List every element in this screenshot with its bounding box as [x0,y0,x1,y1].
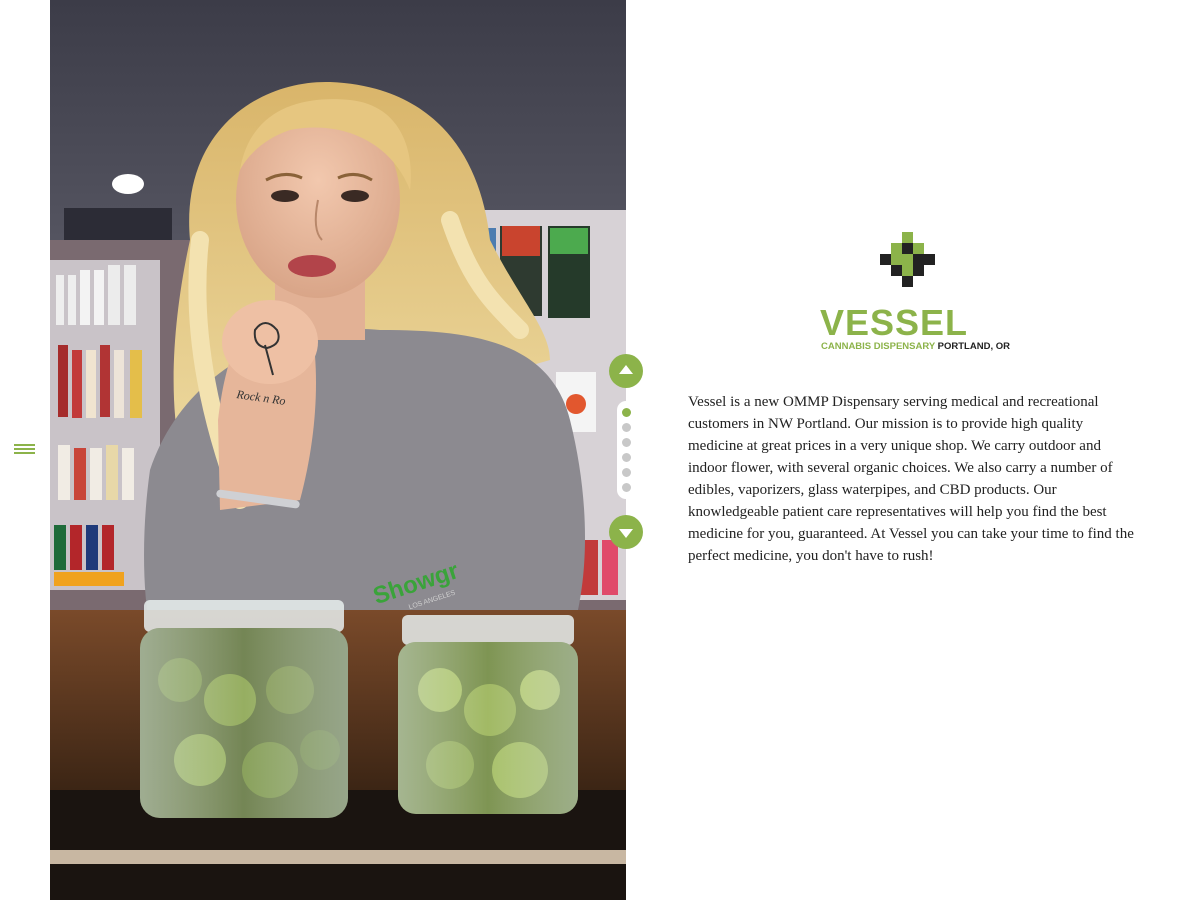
arrow-down-icon [619,529,633,538]
slide-dot-6[interactable] [622,483,631,492]
arrow-up-icon [619,365,633,374]
ceiling-light [112,174,144,194]
previous-slide-button[interactable] [609,354,643,388]
jar-right [398,615,578,814]
vent [64,208,172,242]
jar-left [140,600,348,818]
menu-line [14,452,35,454]
hero-photo: Showgr LOS ANGELES Rock n Ro [50,0,626,900]
hand [222,300,318,384]
left-eye [271,190,299,202]
slide-dot-2[interactable] [622,423,631,432]
slide-dot-5[interactable] [622,468,631,477]
brand-tagline-green: CANNABIS DISPENSARY [821,341,936,352]
menu-hamburger-icon[interactable] [14,444,36,456]
brand-wordmark: VESSEL [820,302,969,343]
menu-line [14,448,35,450]
about-description: Vessel is a new OMMP Dispensary serving … [688,394,1134,564]
counter-edge [50,850,626,864]
vessel-logo-mark-icon [880,232,935,287]
right-eye [341,190,369,202]
next-slide-button[interactable] [609,515,643,549]
slide-pagination [617,401,635,499]
slide-dot-4[interactable] [622,453,631,462]
slide-dot-3[interactable] [622,438,631,447]
slide-dot-1[interactable] [622,408,631,417]
menu-line [14,444,35,446]
brand-tagline-location: PORTLAND, OR [937,341,1010,352]
lips [288,255,336,277]
brand-tagline: CANNABIS DISPENSARY PORTLAND, OR [821,341,1010,353]
